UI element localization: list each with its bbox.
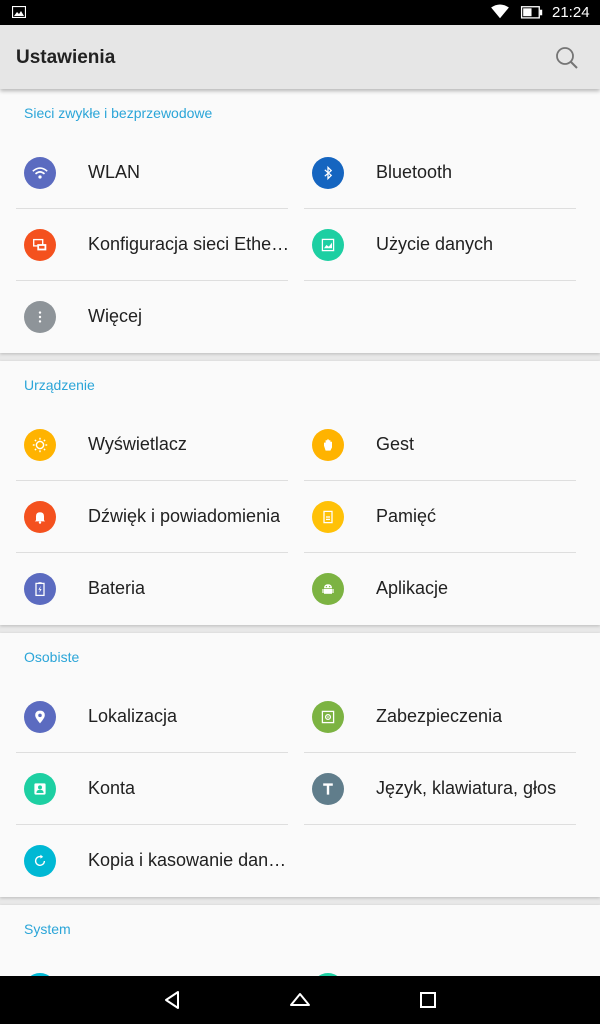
divider: [304, 824, 576, 825]
brightness-icon: [24, 429, 56, 461]
settings-item-system-2[interactable]: [304, 953, 592, 976]
settings-item-label: Konfiguracja sieci Ethernet: [88, 234, 293, 254]
settings-item-label: Kopia i kasowanie danych: [88, 850, 293, 870]
settings-item-apps[interactable]: Aplikacje: [304, 553, 592, 625]
settings-item-label: Bluetooth: [376, 162, 453, 182]
section-personal: Osobiste Lokalizacja Zabezpieczenia Kont…: [0, 633, 600, 897]
settings-item-storage[interactable]: Pamięć: [304, 481, 592, 553]
security-lock-icon: [312, 701, 344, 733]
settings-item-label: Zabezpieczenia: [376, 706, 503, 726]
ethernet-icon: [24, 229, 56, 261]
settings-item-label: Konta: [88, 778, 136, 798]
settings-item-label: Aplikacje: [376, 578, 449, 598]
settings-item-gesture[interactable]: Gest: [304, 409, 592, 481]
settings-item-backup-reset[interactable]: Kopia i kasowanie danych: [16, 825, 304, 897]
recents-icon[interactable]: [416, 988, 440, 1012]
bluetooth-icon: [312, 157, 344, 189]
settings-list: Sieci zwykłe i bezprzewodowe WLAN Blueto…: [0, 89, 600, 976]
settings-item-sound[interactable]: Dźwięk i powiadomienia: [16, 481, 304, 553]
settings-item-more[interactable]: Więcej: [16, 281, 304, 353]
section-wireless-networks: Sieci zwykłe i bezprzewodowe WLAN Blueto…: [0, 89, 600, 353]
settings-item-label: Pamięć: [376, 506, 437, 526]
notification-bell-icon: [24, 501, 56, 533]
navigation-bar: [0, 976, 600, 1024]
account-icon: [24, 773, 56, 805]
wifi-icon: [491, 4, 509, 19]
back-icon[interactable]: [160, 988, 184, 1012]
section-title: System: [24, 921, 71, 937]
settings-item-label: Dźwięk i powiadomienia: [88, 506, 281, 526]
storage-icon: [312, 501, 344, 533]
settings-item-wlan[interactable]: WLAN: [16, 137, 304, 209]
app-bar: Ustawienia: [0, 25, 600, 89]
section-device: Urządzenie Wyświetlacz Gest Dźwięk i pow…: [0, 361, 600, 625]
settings-item-battery[interactable]: Bateria: [16, 553, 304, 625]
settings-item-label: Wyświetlacz: [88, 434, 187, 454]
settings-item-label: Język, klawiatura, głos: [376, 778, 557, 798]
android-icon: [312, 573, 344, 605]
settings-item-label: Bateria: [88, 578, 146, 598]
settings-item-security[interactable]: Zabezpieczenia: [304, 681, 592, 753]
home-icon[interactable]: [288, 988, 312, 1012]
divider: [304, 280, 576, 281]
settings-item-label: Lokalizacja: [88, 706, 178, 726]
backup-restore-icon: [24, 845, 56, 877]
status-bar: 21:24: [0, 0, 600, 25]
language-icon: [312, 773, 344, 805]
battery-icon: [520, 6, 543, 19]
settings-item-accounts[interactable]: Konta: [16, 753, 304, 825]
settings-item-label: WLAN: [88, 162, 141, 182]
location-pin-icon: [24, 701, 56, 733]
more-icon: [24, 301, 56, 333]
image-notification-icon: [12, 6, 26, 18]
page-title: Ustawienia: [16, 47, 116, 68]
status-time: 21:24: [552, 4, 590, 21]
settings-item-label: Użycie danych: [376, 234, 494, 254]
data-usage-icon: [312, 229, 344, 261]
gesture-hand-icon: [312, 429, 344, 461]
settings-item-system-1[interactable]: [16, 953, 304, 976]
settings-item-location[interactable]: Lokalizacja: [16, 681, 304, 753]
battery-icon: [24, 573, 56, 605]
wifi-icon: [24, 157, 56, 189]
settings-item-display[interactable]: Wyświetlacz: [16, 409, 304, 481]
settings-item-bluetooth[interactable]: Bluetooth: [304, 137, 592, 209]
section-title: Osobiste: [24, 649, 80, 665]
settings-item-data-usage[interactable]: Użycie danych: [304, 209, 592, 281]
settings-item-label: Więcej: [88, 306, 143, 326]
settings-item-language[interactable]: Język, klawiatura, głos: [304, 753, 592, 825]
section-title: Sieci zwykłe i bezprzewodowe: [24, 105, 213, 121]
settings-item-ethernet[interactable]: Konfiguracja sieci Ethernet: [16, 209, 304, 281]
search-icon[interactable]: [554, 45, 580, 71]
section-title: Urządzenie: [24, 377, 95, 393]
settings-item-label: Gest: [376, 434, 415, 454]
section-system: System: [0, 905, 600, 976]
